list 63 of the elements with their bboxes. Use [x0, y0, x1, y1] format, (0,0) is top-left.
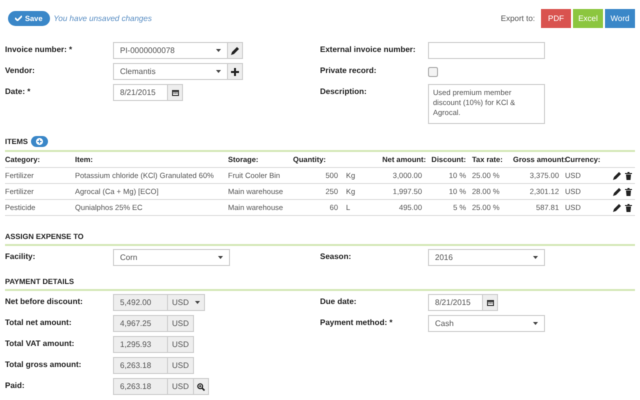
date-field[interactable]: 8/21/2015	[428, 294, 483, 311]
caret-icon	[218, 256, 223, 259]
edit-button[interactable]	[613, 172, 621, 180]
currency-select[interactable]: USD	[168, 294, 205, 311]
export-button[interactable]: Word	[605, 8, 635, 28]
export-label: Export to:	[500, 14, 535, 22]
input-field[interactable]	[428, 42, 545, 59]
select-field[interactable]: Cash	[428, 315, 545, 332]
edit-button[interactable]	[613, 204, 621, 212]
trash-icon[interactable]	[625, 188, 632, 196]
amount-field: 1,295.93	[113, 336, 168, 353]
caret-icon	[533, 256, 538, 259]
field-label: External invoice number:	[320, 44, 417, 54]
field-label: Due date:	[320, 296, 358, 306]
amount-field: 6,263.18	[113, 378, 168, 395]
field-label: Vendor:	[5, 65, 36, 75]
select-field[interactable]: Corn	[113, 249, 230, 266]
checkbox[interactable]	[428, 67, 438, 77]
currency-addon: USD	[168, 357, 194, 374]
field-label: Date: *	[5, 86, 32, 96]
caret-icon	[533, 322, 538, 325]
plus-icon	[231, 68, 239, 76]
field-label: Payment method: *	[320, 317, 394, 327]
caret-icon	[216, 70, 221, 73]
currency-addon: USD	[168, 378, 194, 395]
field-label: Invoice number: *	[5, 44, 74, 54]
amount-field: 6,263.18	[113, 357, 168, 374]
check-icon	[15, 15, 22, 21]
field-label: Total VAT amount:	[5, 338, 76, 348]
amount-field: 5,492.00	[113, 294, 168, 311]
field-label: Description:	[320, 86, 368, 96]
add-button[interactable]	[228, 63, 243, 80]
trash-icon[interactable]	[625, 172, 632, 180]
calendar-button[interactable]	[168, 84, 183, 101]
zoom-in-icon	[196, 382, 205, 390]
select-field[interactable]: 2016	[428, 249, 545, 266]
status-text: You have unsaved changes	[54, 14, 152, 22]
select-field[interactable]: Clemantis	[113, 63, 228, 80]
caret-icon	[195, 301, 200, 304]
currency-addon: USD	[168, 336, 194, 353]
currency-addon: USD	[168, 315, 194, 332]
calendar-button[interactable]	[483, 294, 498, 311]
select-field[interactable]: PI-0000000078	[113, 42, 228, 59]
plus-circle-icon	[36, 138, 43, 145]
trash-icon[interactable]	[625, 204, 632, 212]
calendar-icon	[486, 299, 494, 306]
field-label: Net before discount:	[5, 296, 84, 306]
zoom-button[interactable]	[194, 378, 209, 395]
amount-field: 4,967.25	[113, 315, 168, 332]
add-item-button[interactable]	[30, 136, 48, 147]
date-field[interactable]: 8/21/2015	[113, 84, 168, 101]
field-label: Season:	[320, 251, 352, 261]
field-label: Paid:	[5, 380, 26, 390]
field-label: Private record:	[320, 65, 378, 75]
calendar-icon	[172, 89, 178, 96]
field-label: Total net amount:	[5, 317, 73, 327]
edit-button[interactable]	[613, 188, 621, 196]
caret-icon	[216, 49, 221, 52]
field-label: Total gross amount:	[5, 359, 82, 369]
field-label: Facility:	[5, 251, 36, 261]
edit-button[interactable]	[228, 42, 243, 59]
pencil-icon	[231, 46, 239, 54]
export-button[interactable]: PDF	[541, 8, 571, 28]
